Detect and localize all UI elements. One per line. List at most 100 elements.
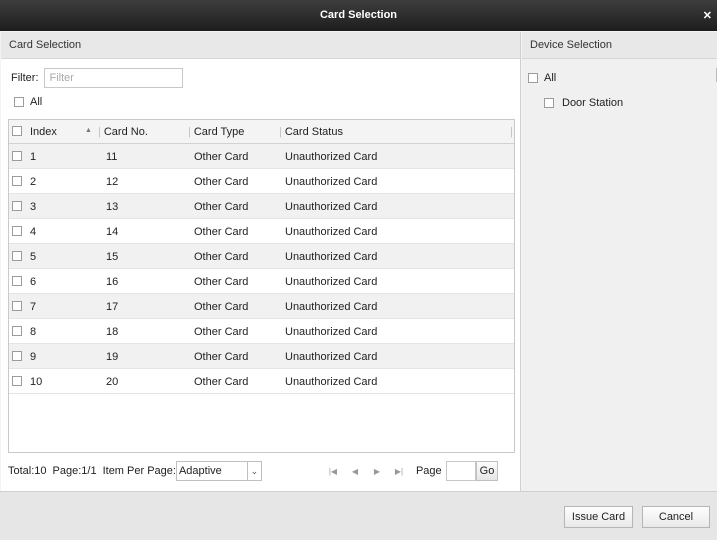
filter-row: Filter:: [11, 67, 183, 88]
cell-index: 6: [30, 276, 37, 288]
items-per-page-value: Adaptive: [178, 465, 222, 477]
row-checkbox[interactable]: [12, 176, 22, 186]
total-count: Total:10: [8, 465, 47, 477]
table-row[interactable]: 3 13 Other Card Unauthorized Card: [9, 194, 514, 219]
title-bar: Card Selection ✕: [0, 0, 717, 31]
cell-card-type: Other Card: [194, 201, 249, 213]
cell-card-no: 16: [106, 276, 119, 288]
card-selection-header: Card Selection: [1, 32, 520, 59]
card-selection-panel: Card Selection Filter: All Index ▲ |Card…: [1, 32, 521, 491]
cell-card-status: Unauthorized Card: [285, 376, 378, 388]
table-row[interactable]: 8 18 Other Card Unauthorized Card: [9, 319, 514, 344]
go-button[interactable]: Go: [475, 461, 499, 481]
device-label: Door Station: [562, 97, 624, 109]
cell-card-status: Unauthorized Card: [285, 251, 378, 263]
cell-index: 3: [30, 201, 37, 213]
column-header-card-status[interactable]: | Card Status: [279, 126, 343, 138]
cell-card-status: Unauthorized Card: [285, 176, 378, 188]
cell-card-status: Unauthorized Card: [285, 226, 378, 238]
cell-card-type: Other Card: [194, 176, 249, 188]
window-title: Card Selection: [319, 9, 398, 21]
first-page-icon[interactable]: |◀: [322, 467, 344, 476]
row-checkbox[interactable]: [12, 376, 22, 386]
cell-card-no: 19: [106, 351, 119, 363]
filter-input[interactable]: [43, 67, 183, 88]
table-body: 1 11 Other Card Unauthorized Card 2 12 Other C…: [9, 144, 514, 394]
table-row[interactable]: 9 19 Other Card Unauthorized Card: [9, 344, 514, 369]
cell-card-status: Unauthorized Card: [285, 301, 378, 313]
cell-card-status: Unauthorized Card: [285, 326, 378, 338]
page-navigation: |◀ ◀ ▶ ▶|: [322, 467, 410, 476]
cell-index: 4: [30, 226, 37, 238]
select-all-checkbox[interactable]: [14, 97, 24, 107]
cell-card-no: 18: [106, 326, 119, 338]
header-checkbox[interactable]: [12, 126, 22, 136]
card-table: Index ▲ | Card No. | Card Type | Card Statu…: [8, 119, 515, 453]
row-checkbox[interactable]: [12, 226, 22, 236]
row-checkbox[interactable]: [12, 276, 22, 286]
chevron-down-icon[interactable]: ⌄: [246, 462, 261, 480]
cancel-button[interactable]: Cancel: [642, 506, 710, 528]
cell-card-no: 20: [106, 376, 119, 388]
cell-card-no: 13: [106, 201, 119, 213]
select-all-label: All: [30, 96, 43, 108]
pagination-bar: Total:10 Page:1/1 Item Per Page: Adaptiv…: [8, 460, 515, 482]
device-item-door-station[interactable]: Door Station: [544, 97, 623, 109]
close-icon[interactable]: ✕: [703, 9, 712, 22]
column-header-index[interactable]: Index: [30, 126, 57, 138]
cell-card-type: Other Card: [194, 276, 249, 288]
table-row[interactable]: 1 11 Other Card Unauthorized Card: [9, 144, 514, 169]
row-checkbox[interactable]: [12, 351, 22, 361]
cell-index: 10: [30, 376, 43, 388]
device-selection-panel: Device Selection All Door Station: [522, 32, 717, 491]
table-row[interactable]: 5 15 Other Card Unauthorized Card: [9, 244, 514, 269]
cell-index: 2: [30, 176, 37, 188]
issue-card-button[interactable]: Issue Card: [564, 506, 633, 528]
table-header: Index ▲ | Card No. | Card Type | Card Statu…: [9, 120, 514, 144]
cell-index: 1: [30, 151, 37, 163]
row-checkbox[interactable]: [12, 326, 22, 336]
table-row[interactable]: 10 20 Other Card Unauthorized Card: [9, 369, 514, 394]
cell-card-no: 11: [106, 151, 118, 163]
cell-card-status: Unauthorized Card: [285, 201, 378, 213]
items-per-page-label: Item Per Page:: [102, 465, 176, 477]
cell-card-no: 12: [106, 176, 119, 188]
row-checkbox[interactable]: [12, 251, 22, 261]
column-header-card-type[interactable]: | Card Type: [188, 126, 244, 138]
dialog-footer: Issue Card Cancel: [0, 491, 717, 540]
cell-index: 7: [30, 301, 37, 313]
device-checkbox[interactable]: [544, 98, 554, 108]
last-page-icon[interactable]: ▶|: [388, 467, 410, 476]
table-row[interactable]: 4 14 Other Card Unauthorized Card: [9, 219, 514, 244]
select-all-devices[interactable]: All: [528, 72, 556, 84]
prev-page-icon[interactable]: ◀: [344, 467, 366, 476]
cell-card-no: 15: [106, 251, 119, 263]
next-page-icon[interactable]: ▶: [366, 467, 388, 476]
select-all-devices-checkbox[interactable]: [528, 73, 538, 83]
column-header-card-no[interactable]: | Card No.: [98, 126, 148, 138]
column-separator: |: [510, 126, 513, 138]
table-row[interactable]: 2 12 Other Card Unauthorized Card: [9, 169, 514, 194]
cell-card-type: Other Card: [194, 226, 249, 238]
row-checkbox[interactable]: [12, 151, 22, 161]
table-row[interactable]: 7 17 Other Card Unauthorized Card: [9, 294, 514, 319]
cell-card-type: Other Card: [194, 376, 249, 388]
cell-card-status: Unauthorized Card: [285, 351, 378, 363]
cell-card-type: Other Card: [194, 301, 249, 313]
cell-card-no: 17: [106, 301, 119, 313]
cell-index: 8: [30, 326, 37, 338]
select-all-devices-label: All: [544, 72, 557, 84]
cell-card-status: Unauthorized Card: [285, 151, 378, 163]
page-number-input[interactable]: [445, 461, 476, 481]
cell-card-type: Other Card: [194, 151, 249, 163]
page-info: Page:1/1: [52, 465, 97, 477]
items-per-page-select[interactable]: Adaptive ⌄: [175, 461, 262, 481]
device-selection-header: Device Selection: [522, 32, 717, 59]
cell-card-type: Other Card: [194, 351, 249, 363]
row-checkbox[interactable]: [12, 301, 22, 311]
row-checkbox[interactable]: [12, 201, 22, 211]
sort-ascending-icon[interactable]: ▲: [85, 127, 92, 134]
select-all-cards[interactable]: All: [14, 96, 42, 108]
table-row[interactable]: 6 16 Other Card Unauthorized Card: [9, 269, 514, 294]
cell-card-status: Unauthorized Card: [285, 276, 378, 288]
